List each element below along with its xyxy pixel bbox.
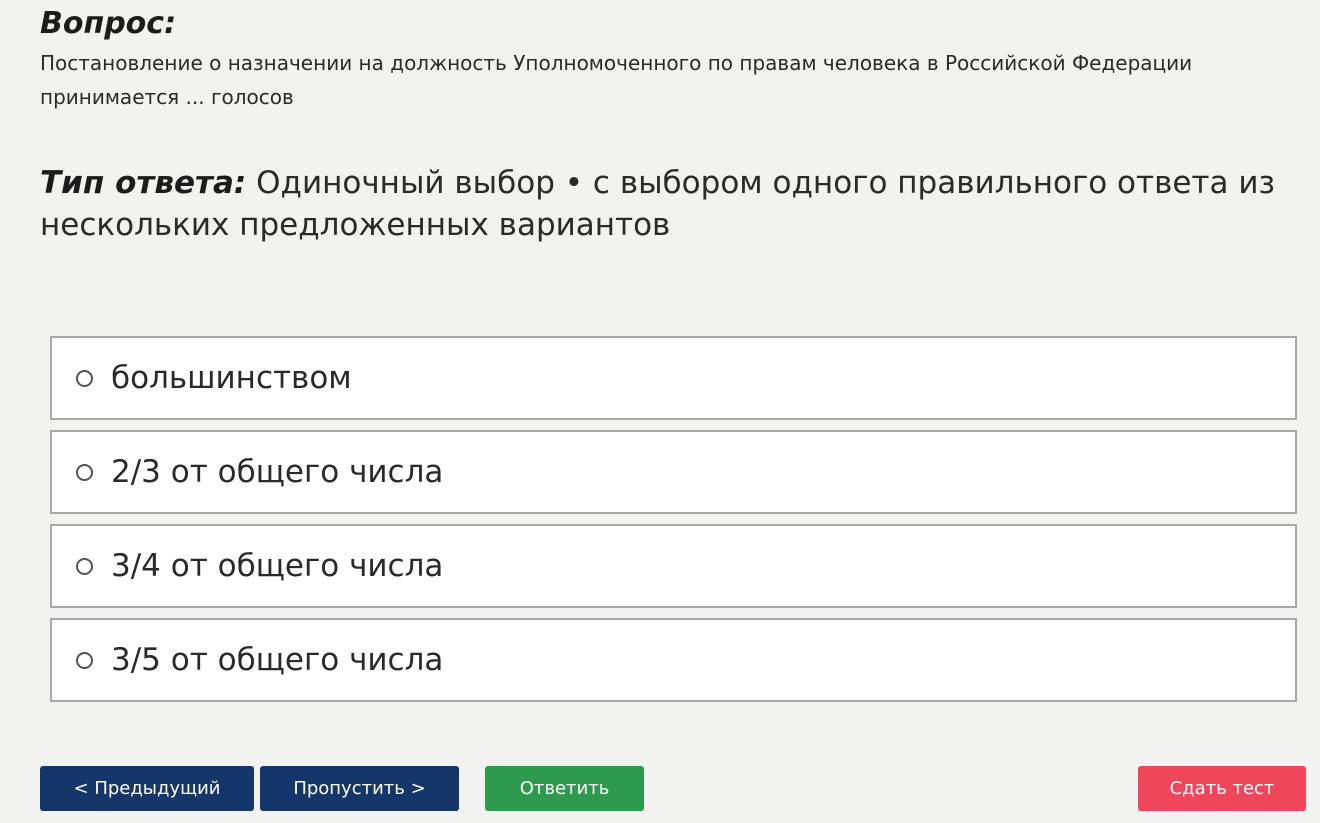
answer-button[interactable]: Ответить	[485, 766, 644, 811]
answer-option-label: 3/4 от общего числа	[111, 548, 444, 584]
skip-button[interactable]: Пропустить >	[260, 766, 459, 811]
answer-option-label: 3/5 от общего числа	[111, 642, 444, 678]
radio-icon[interactable]	[76, 369, 93, 387]
answer-type: Тип ответа: Одиночный выбор • с выбором …	[40, 162, 1280, 246]
question-heading: Вопрос:	[40, 6, 177, 41]
answer-option-4[interactable]: 3/5 от общего числа	[50, 618, 1297, 702]
answer-type-label: Тип ответа:	[40, 165, 247, 201]
answer-option-label: большинством	[111, 360, 352, 396]
answer-options: большинством 2/3 от общего числа 3/4 от …	[50, 336, 1297, 712]
previous-button[interactable]: < Предыдущий	[40, 766, 254, 811]
answer-option-2[interactable]: 2/3 от общего числа	[50, 430, 1297, 514]
question-text: Постановление о назначении на должность …	[40, 51, 1193, 109]
answer-option-1[interactable]: большинством	[50, 336, 1297, 420]
radio-icon[interactable]	[76, 557, 93, 575]
submit-test-button[interactable]: Сдать тест	[1138, 766, 1306, 811]
radio-icon[interactable]	[76, 651, 93, 669]
answer-option-label: 2/3 от общего числа	[111, 454, 444, 490]
radio-icon[interactable]	[76, 463, 93, 481]
answer-option-3[interactable]: 3/4 от общего числа	[50, 524, 1297, 608]
